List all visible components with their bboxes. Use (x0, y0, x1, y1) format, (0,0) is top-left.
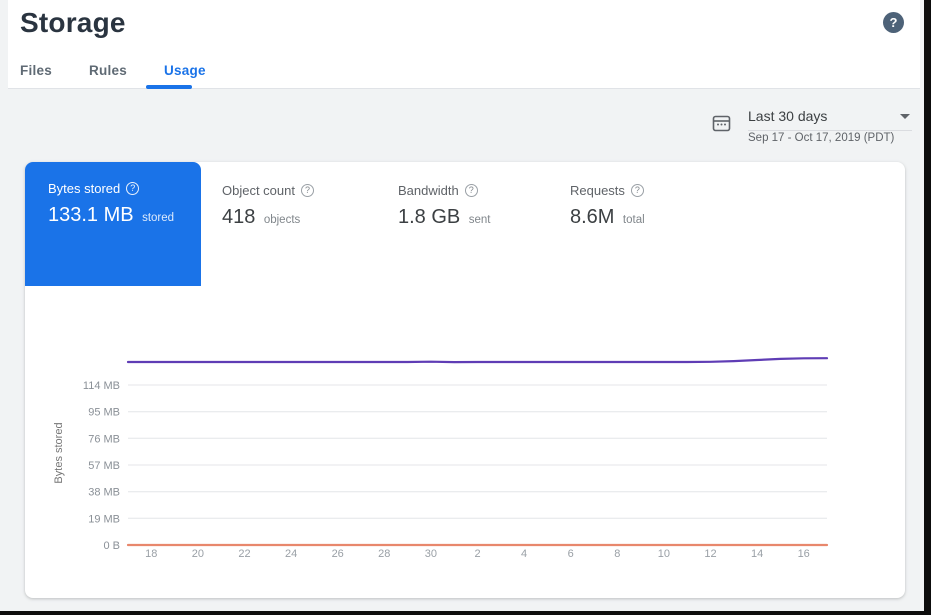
svg-text:6: 6 (568, 548, 574, 560)
svg-text:4: 4 (521, 548, 527, 560)
svg-text:28: 28 (378, 548, 390, 560)
svg-text:24: 24 (285, 548, 297, 560)
metric-value: 8.6M (570, 206, 614, 228)
calendar-icon (712, 114, 731, 133)
tab-bar: Files Rules Usage (20, 59, 243, 94)
svg-text:14: 14 (751, 548, 763, 560)
svg-text:57 MB: 57 MB (88, 460, 120, 472)
chevron-down-icon (900, 114, 910, 119)
help-glyph: ? (890, 15, 898, 30)
page-header: Storage ? Files Rules Usage (8, 0, 920, 89)
metric-label: Bandwidth (398, 183, 459, 198)
y-axis-labels: 0 B 19 MB 38 MB 57 MB 76 MB 95 MB 114 MB (83, 380, 120, 552)
svg-text:8: 8 (614, 548, 620, 560)
page-title: Storage (20, 7, 126, 39)
metric-unit: sent (469, 214, 491, 226)
help-icon[interactable]: ? (301, 184, 314, 197)
metric-card-bandwidth[interactable]: Bandwidth ? 1.8 GB sent (398, 183, 490, 229)
metric-label: Requests (570, 183, 625, 198)
metric-label: Object count (222, 183, 295, 198)
grid-lines (128, 385, 827, 545)
metric-label: Bytes stored (48, 181, 120, 196)
svg-text:10: 10 (658, 548, 670, 560)
svg-text:12: 12 (704, 548, 716, 560)
y-axis-title: Bytes stored (53, 422, 65, 483)
usage-panel: Bytes stored ? 133.1 MB stored Object co… (25, 162, 905, 598)
metric-unit: objects (264, 214, 300, 226)
help-icon[interactable]: ? (465, 184, 478, 197)
svg-text:18: 18 (145, 548, 157, 560)
svg-text:76 MB: 76 MB (88, 433, 120, 445)
active-tab-indicator (146, 85, 192, 89)
svg-text:38 MB: 38 MB (88, 487, 120, 499)
date-range-detail: Sep 17 - Oct 17, 2019 (PDT) (748, 132, 918, 144)
metric-unit: stored (142, 212, 174, 224)
usage-chart: 0 B 19 MB 38 MB 57 MB 76 MB 95 MB 114 MB Bytes … (25, 300, 905, 598)
svg-text:2: 2 (474, 548, 480, 560)
date-range-label: Last 30 days (748, 108, 912, 131)
tab-files[interactable]: Files (20, 59, 52, 94)
svg-text:95 MB: 95 MB (88, 407, 120, 419)
x-axis-labels: 18202224262830246810121416 (145, 548, 810, 560)
metric-card-requests[interactable]: Requests ? 8.6M total (570, 183, 645, 229)
help-icon[interactable]: ? (631, 184, 644, 197)
series-bytes-stored-line (128, 358, 827, 362)
svg-text:26: 26 (332, 548, 344, 560)
metric-card-bytes-stored[interactable]: Bytes stored ? 133.1 MB stored (25, 162, 201, 286)
tab-rules[interactable]: Rules (89, 59, 127, 94)
metric-value: 133.1 MB (48, 204, 134, 226)
help-icon[interactable]: ? (126, 182, 139, 195)
svg-text:30: 30 (425, 548, 437, 560)
metric-unit: total (623, 214, 645, 226)
metric-value: 418 (222, 206, 255, 228)
svg-text:22: 22 (238, 548, 250, 560)
svg-text:0 B: 0 B (103, 540, 120, 552)
svg-text:20: 20 (192, 548, 204, 560)
help-icon[interactable]: ? (883, 12, 904, 33)
svg-text:114 MB: 114 MB (83, 380, 120, 392)
svg-text:19 MB: 19 MB (88, 513, 120, 525)
svg-text:16: 16 (798, 548, 810, 560)
metric-value: 1.8 GB (398, 206, 460, 228)
storage-usage-page: Storage ? Files Rules Usage Last 30 days… (0, 0, 924, 611)
metric-card-object-count[interactable]: Object count ? 418 objects (222, 183, 314, 229)
